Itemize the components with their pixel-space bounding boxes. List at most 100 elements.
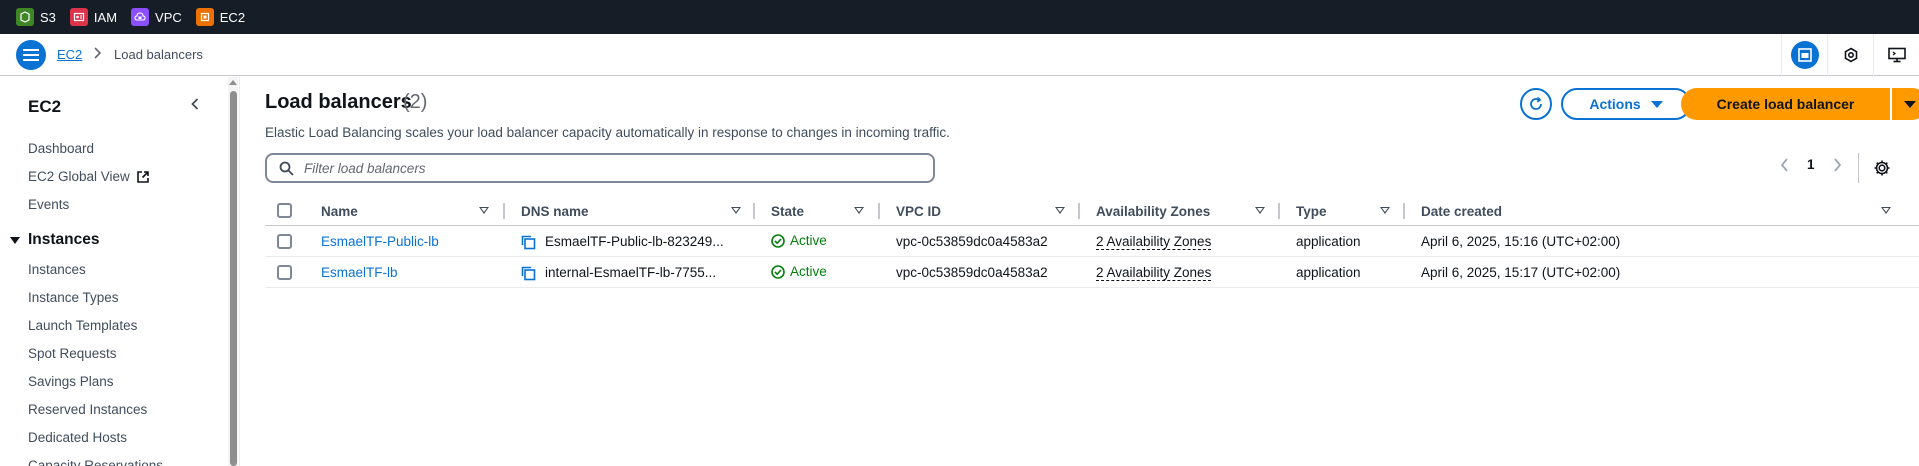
nav-item-label: EC2 Global View	[28, 169, 130, 184]
gear-icon[interactable]	[1873, 159, 1891, 177]
breadcrumb-current: Load balancers	[114, 47, 203, 62]
nav-item-events[interactable]: Events	[28, 197, 69, 212]
column-header-date[interactable]: Date created	[1421, 204, 1502, 219]
nav-item-capacity-reservations[interactable]: Capacity Reservations	[28, 458, 163, 466]
check-circle-icon	[771, 233, 785, 248]
column-header-state[interactable]: State	[771, 204, 804, 219]
copy-icon[interactable]	[521, 266, 536, 281]
filter-input[interactable]	[304, 160, 904, 176]
nav-item-instances[interactable]: Instances	[28, 262, 86, 277]
service-shortcut-s3[interactable]: S3	[16, 8, 56, 26]
sidenav-scroll-thumb[interactable]	[230, 91, 237, 466]
vpc-id: vpc-0c53859dc0a4583a2	[896, 234, 1048, 249]
nav-item-instance-types[interactable]: Instance Types	[28, 290, 119, 305]
pager-divider	[1858, 153, 1859, 183]
refresh-icon	[1530, 96, 1542, 110]
availability-zones[interactable]: 2 Availability Zones	[1096, 265, 1212, 281]
status-label: Active	[790, 233, 827, 248]
availability-zones[interactable]: 2 Availability Zones	[1096, 234, 1212, 250]
table-row[interactable]: EsmaelTF-lb internal-EsmaelTF-lb-7755...…	[265, 257, 1919, 288]
column-resizer[interactable]	[503, 203, 505, 219]
table-header: Name DNS name State VPC ID Availability …	[265, 196, 1919, 226]
nav-item-spot-requests[interactable]: Spot Requests	[28, 346, 117, 361]
sort-icon[interactable]	[731, 207, 741, 214]
row-checkbox[interactable]	[277, 234, 292, 249]
lb-name-link[interactable]: EsmaelTF-lb	[321, 265, 398, 280]
copy-icon[interactable]	[521, 235, 536, 250]
chevron-right-icon	[92, 47, 102, 62]
nav-item-dashboard[interactable]: Dashboard	[28, 141, 94, 156]
menu-toggle-button[interactable]	[16, 40, 46, 70]
pagination: 1	[1780, 157, 1842, 172]
external-link-icon	[137, 170, 149, 183]
filter-search	[265, 153, 935, 183]
column-header-dns[interactable]: DNS name	[521, 204, 589, 219]
create-load-balancer-button[interactable]: Create load balancer	[1681, 88, 1890, 120]
info-panel-button[interactable]	[1781, 34, 1827, 76]
lb-name-link[interactable]: EsmaelTF-Public-lb	[321, 234, 439, 249]
column-resizer[interactable]	[1078, 203, 1080, 219]
create-dropdown-button[interactable]	[1892, 88, 1919, 120]
refresh-button[interactable]	[1520, 88, 1552, 120]
service-label: VPC	[155, 9, 182, 25]
sort-icon[interactable]	[854, 207, 864, 214]
caret-down-icon	[1650, 100, 1663, 108]
chevron-left-icon[interactable]	[188, 97, 202, 111]
hexagon-settings-icon	[1844, 47, 1857, 63]
actions-button[interactable]: Actions	[1561, 88, 1691, 120]
nav-item-reserved-instances[interactable]: Reserved Instances	[28, 402, 147, 417]
select-all-checkbox[interactable]	[277, 203, 292, 218]
nav-item-global-view[interactable]: EC2 Global View	[28, 169, 150, 184]
panel-icon	[1790, 41, 1819, 69]
caret-down-icon	[1904, 100, 1916, 108]
table-row[interactable]: EsmaelTF-Public-lb EsmaelTF-Public-lb-82…	[265, 226, 1919, 257]
column-header-vpc[interactable]: VPC ID	[896, 204, 941, 219]
page-title: Load balancers	[265, 91, 412, 113]
page-number[interactable]: 1	[1807, 157, 1815, 172]
scroll-up-arrow-icon[interactable]	[229, 80, 237, 85]
actions-label: Actions	[1589, 96, 1641, 112]
iam-icon	[69, 8, 88, 26]
service-shortcut-ec2[interactable]: EC2	[195, 8, 245, 26]
sort-icon[interactable]	[1380, 207, 1390, 214]
nav-section-instances[interactable]: Instances	[10, 231, 100, 249]
column-header-type[interactable]: Type	[1296, 204, 1327, 219]
column-resizer[interactable]	[1403, 203, 1405, 219]
caret-down-icon	[10, 237, 20, 244]
load-balancers-table: Name DNS name State VPC ID Availability …	[265, 196, 1919, 288]
row-checkbox[interactable]	[277, 265, 292, 280]
utility-icons	[1781, 34, 1919, 76]
chevron-right-icon[interactable]	[1833, 157, 1842, 172]
monitor-icon	[1887, 47, 1906, 63]
sort-icon[interactable]	[1881, 207, 1891, 214]
breadcrumb-bar: EC2 Load balancers	[0, 34, 1919, 76]
column-header-azs[interactable]: Availability Zones	[1096, 204, 1210, 219]
cloudshell-button[interactable]	[1873, 34, 1919, 76]
hamburger-icon	[23, 49, 39, 61]
nav-item-savings-plans[interactable]: Savings Plans	[28, 374, 114, 389]
sort-icon[interactable]	[1255, 207, 1265, 214]
column-resizer[interactable]	[1278, 203, 1280, 219]
check-circle-icon	[771, 264, 785, 279]
service-shortcut-vpc[interactable]: VPC	[131, 8, 182, 26]
service-label: IAM	[93, 9, 118, 25]
dns-name: internal-EsmaelTF-lb-7755...	[545, 265, 717, 280]
column-resizer[interactable]	[753, 203, 755, 219]
dns-name: EsmaelTF-Public-lb-823249...	[545, 234, 724, 249]
page-description: Elastic Load Balancing scales your load …	[265, 125, 950, 140]
column-header-name[interactable]: Name	[321, 204, 358, 219]
nav-item-launch-templates[interactable]: Launch Templates	[28, 318, 137, 333]
service-shortcut-iam[interactable]: IAM	[69, 8, 118, 26]
settings-panel-button[interactable]	[1827, 34, 1873, 76]
date-created: April 6, 2025, 15:16 (UTC+02:00)	[1421, 234, 1621, 249]
sort-icon[interactable]	[1055, 207, 1065, 214]
nav-item-dedicated-hosts[interactable]: Dedicated Hosts	[28, 430, 127, 445]
main-content: Load balancers (2) Elastic Load Balancin…	[240, 77, 1919, 466]
status-badge: Active	[771, 233, 827, 248]
status-label: Active	[790, 264, 827, 279]
breadcrumb-ec2-link[interactable]: EC2	[57, 47, 82, 62]
column-resizer[interactable]	[878, 203, 880, 219]
ec2-icon	[195, 8, 214, 26]
sort-icon[interactable]	[479, 207, 489, 214]
chevron-left-icon[interactable]	[1780, 157, 1789, 172]
